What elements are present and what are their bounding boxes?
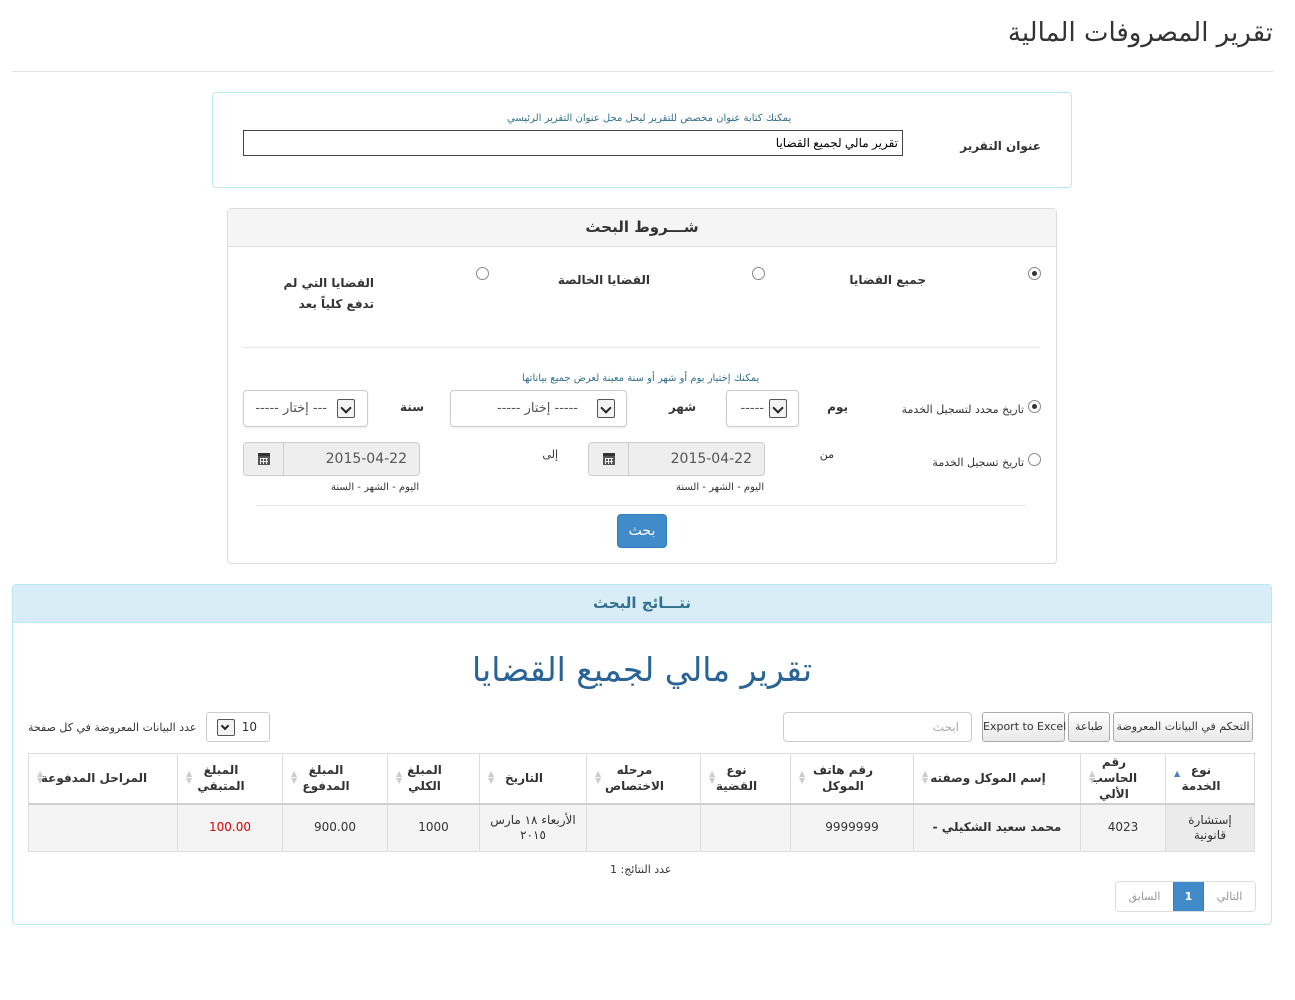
chevron-down-icon — [597, 399, 615, 418]
column-header-date[interactable]: التاريخ ▲ ▼ — [479, 753, 587, 805]
table-header-row: نوع الخدمة ▲ رقم الحاسب الألي ▲ ▼ إسم الموك… — [28, 753, 1255, 805]
cell-date: الأربعاء ١٨ مارس ٢٠١٥ — [479, 803, 587, 852]
column-header-stage[interactable]: مرحله الاختصاص ▲ ▼ — [586, 753, 701, 805]
cell-total: 1000 — [387, 803, 480, 852]
search-button[interactable]: بحث — [617, 514, 667, 548]
export-excel-button[interactable]: Export to Excel — [982, 712, 1066, 742]
unpaid-cases-radio[interactable] — [476, 267, 489, 280]
column-header-computer-no[interactable]: رقم الحاسب الألي ▲ ▼ — [1080, 753, 1166, 805]
from-date-format: اليوم - الشهر - السنة — [676, 482, 765, 493]
results-header: نتـــائج البحث — [13, 585, 1271, 623]
to-date-format: اليوم - الشهر - السنة — [331, 482, 420, 493]
page-length-label: عدد البيانات المعروضة في كل صفحة — [28, 721, 197, 734]
cell-service-type: إستشارة قانونية — [1165, 803, 1255, 852]
calendar-icon — [603, 453, 615, 465]
report-title-hint: يمكنك كتابة عنوان مخصص للتقرير ليحل محل … — [507, 113, 792, 124]
report-heading: تقرير مالي لجميع القضايا — [471, 650, 813, 689]
specific-date-label: تاريخ محدد لتسجيل الخدمة — [901, 403, 1024, 416]
sort-icon: ▲ ▼ — [922, 769, 929, 785]
cell-stage — [586, 803, 701, 852]
sort-asc-icon: ▲ — [1174, 769, 1181, 778]
results-count: عدد النتائج: 1 — [610, 863, 672, 876]
column-header-case-type[interactable]: نوع القضية ▲ ▼ — [700, 753, 791, 805]
pagination-next[interactable]: التالي — [1204, 882, 1255, 911]
sort-icon: ▲ ▼ — [709, 769, 716, 785]
results-table: نوع الخدمة ▲ رقم الحاسب الألي ▲ ▼ إسم الموك… — [28, 753, 1255, 852]
sort-icon: ▲ ▼ — [595, 769, 602, 785]
print-button[interactable]: طباعة — [1068, 712, 1110, 742]
month-select[interactable]: ----- إختار ----- — [450, 390, 627, 427]
cell-paid: 900.00 — [282, 803, 388, 852]
cell-paid-stages — [28, 803, 178, 852]
all-cases-label: جميع القضايا — [849, 273, 926, 287]
to-calendar-button[interactable] — [244, 443, 284, 475]
report-title-input[interactable] — [243, 130, 903, 156]
column-header-remaining[interactable]: المبلغ المتبقي ▲ ▼ — [177, 753, 283, 805]
column-header-phone[interactable]: رقم هاتف الموكل ▲ ▼ — [790, 753, 914, 805]
results-title: نتـــائج البحث — [592, 594, 692, 612]
pagination-page-1[interactable]: 1 — [1173, 882, 1204, 911]
column-visibility-button[interactable]: التحكم في البيانات المعروضة — [1113, 712, 1253, 742]
day-label: يوم — [827, 400, 848, 414]
date-range-radio[interactable] — [1028, 453, 1041, 466]
to-label: إلى — [542, 448, 558, 461]
sort-icon: ▲ ▼ — [1089, 769, 1096, 785]
submit-divider — [257, 505, 1026, 506]
column-header-total[interactable]: المبلغ الكلي ▲ ▼ — [387, 753, 480, 805]
paid-cases-label: القضايا الخالصة — [557, 273, 650, 287]
column-header-client[interactable]: إسم الموكل وصفته ▲ ▼ — [913, 753, 1081, 805]
month-label: شهر — [668, 400, 696, 414]
from-calendar-button[interactable] — [589, 443, 629, 475]
sort-icon: ▲ ▼ — [799, 769, 806, 785]
search-conditions-title: شـــروط البحث — [585, 218, 699, 236]
page-title: تقرير المصروفات المالية — [1007, 18, 1273, 48]
day-select[interactable]: ----- — [726, 390, 799, 427]
specific-date-radio[interactable] — [1028, 400, 1041, 413]
sort-icon: ▲ ▼ — [37, 769, 44, 785]
chevron-down-icon — [217, 719, 235, 736]
year-label: سنة — [400, 400, 424, 414]
paid-cases-radio[interactable] — [752, 267, 765, 280]
sort-icon: ▲ ▼ — [291, 769, 298, 785]
cell-phone: 9999999 — [790, 803, 914, 852]
date-hint: يمكنك إختيار يوم أو شهر أو سنة معينة لعر… — [522, 373, 760, 384]
sort-icon: ▲ ▼ — [488, 769, 495, 785]
table-search-input[interactable]: ابحث — [783, 712, 972, 742]
search-divider — [243, 347, 1040, 348]
chevron-down-icon — [337, 399, 355, 418]
table-row: إستشارة قانونية 4023 محمد سعيد الشكيلي -… — [28, 803, 1255, 852]
all-cases-radio[interactable] — [1028, 267, 1041, 280]
pagination-prev[interactable]: السابق — [1116, 882, 1173, 911]
cell-client: محمد سعيد الشكيلي - — [913, 803, 1081, 852]
unpaid-cases-label: القضايا التي لم تدفع كلياً بعد — [283, 276, 374, 311]
cell-case-type — [700, 803, 791, 852]
column-header-service-type[interactable]: نوع الخدمة ▲ — [1165, 753, 1255, 805]
pagination: التالي 1 السابق — [1115, 881, 1256, 912]
page-length-select[interactable]: 10 — [206, 712, 270, 742]
title-divider — [12, 71, 1273, 72]
column-header-paid[interactable]: المبلغ المدفوع ▲ ▼ — [282, 753, 388, 805]
year-select[interactable]: --- إختار ----- — [243, 390, 368, 427]
cell-computer-no: 4023 — [1080, 803, 1166, 852]
search-conditions-header: شـــروط البحث — [228, 209, 1056, 247]
sort-icon: ▲ ▼ — [396, 769, 403, 785]
calendar-icon — [258, 453, 270, 465]
to-date-input[interactable]: 2015-04-22 — [243, 442, 420, 476]
search-conditions-panel — [227, 208, 1057, 564]
from-label: من — [819, 448, 834, 461]
cell-remaining: 100.00 — [177, 803, 283, 852]
date-range-label: تاريخ تسجيل الخدمة — [932, 456, 1024, 469]
chevron-down-icon — [769, 399, 787, 418]
sort-icon: ▲ ▼ — [186, 769, 193, 785]
column-header-paid-stages[interactable]: المراحل المدفوعة ▲ ▼ — [28, 753, 178, 805]
from-date-input[interactable]: 2015-04-22 — [588, 442, 765, 476]
report-title-label: عنوان التقرير — [960, 139, 1041, 153]
